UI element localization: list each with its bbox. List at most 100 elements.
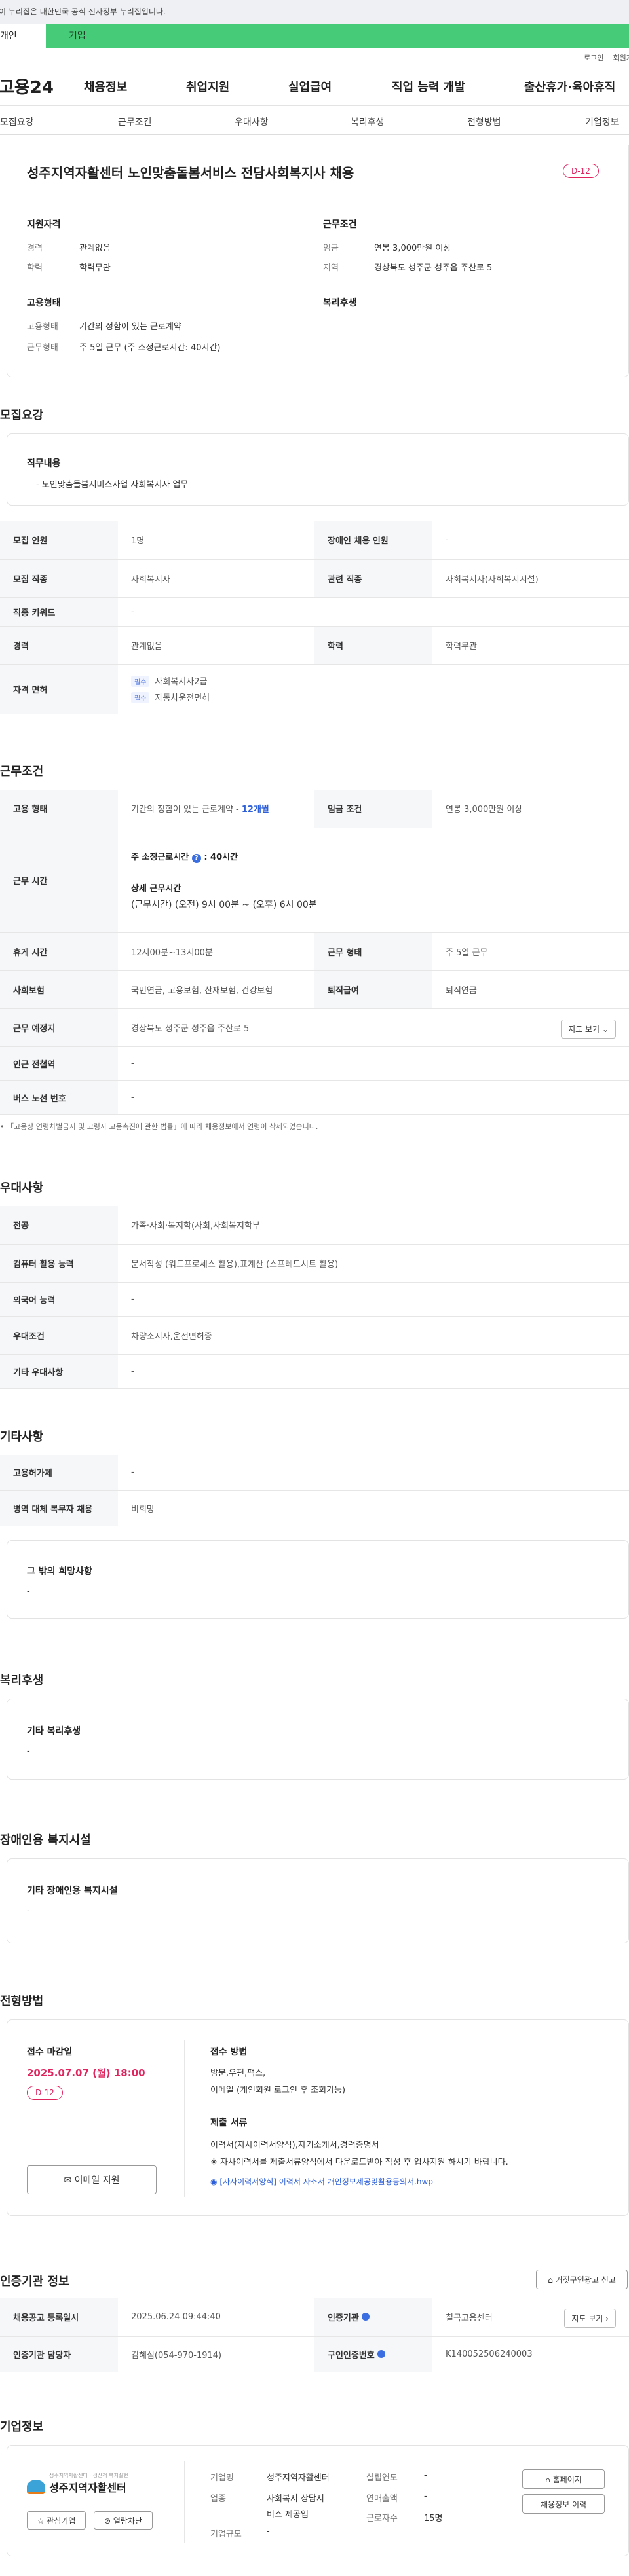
block-icon: ⊘	[104, 2516, 111, 2526]
login-link[interactable]: 로그인	[584, 52, 603, 63]
qual-edu-label: 학력	[27, 263, 43, 273]
method-heading: 접수 방법	[210, 2047, 248, 2057]
favorite-company-button[interactable]: ☆ 관심기업	[27, 2511, 86, 2530]
report-button[interactable]: ⌂ 거짓구인광고 신고	[536, 2270, 628, 2289]
insurance-value: 국민연금, 고용보험, 산재보험, 건강보험	[118, 970, 314, 1009]
map-button-label: 지도 보기	[568, 1024, 600, 1034]
snb-welfare[interactable]: 복리후생	[351, 115, 385, 128]
agency-map-button[interactable]: 지도 보기 ›	[564, 2309, 616, 2328]
tab-company[interactable]: 기업	[46, 24, 124, 48]
edu-value: 학력무관	[432, 626, 629, 665]
table-row: 직종 키워드 -	[0, 597, 629, 627]
related-label: 관련 직종	[314, 559, 432, 598]
retire-label: 퇴직급여	[314, 970, 432, 1009]
snb-conditions[interactable]: 근무조건	[118, 115, 152, 128]
table-row: 전공 가족·사회·복지학(사회,사회복지학부	[0, 1206, 629, 1245]
tab-personal[interactable]: 개인	[0, 24, 46, 48]
size-label: 기업규모	[210, 2530, 242, 2539]
work-table: 고용 형태 기간의 정함이 있는 근로계약 - 12개월 임금 조건 연봉 3,…	[0, 790, 629, 1115]
info-icon[interactable]: ?	[191, 853, 201, 863]
emp-cell: 기간의 정함이 있는 근로계약 - 12개월	[118, 790, 314, 828]
qual-heading: 지원자격	[27, 219, 61, 230]
wage-label: 임금 조건	[314, 790, 432, 828]
snb-recruit[interactable]: 모집요강	[0, 115, 34, 128]
mail-icon: ✉	[64, 2175, 72, 2186]
star-icon: ☆	[37, 2516, 45, 2526]
required-tag: 필수	[131, 676, 150, 687]
military-label: 병역 대체 복무자 채용	[0, 1490, 118, 1526]
job-value: 사회복지사	[118, 559, 314, 598]
sales-label: 연매출액	[366, 2494, 398, 2504]
work-title: 근무조건	[0, 765, 44, 779]
summary-card: 성주지역자활센터 노인맞춤돌봄서비스 전담사회복지사 채용 D-12 지원자격 …	[7, 145, 629, 377]
agency-cell: 칠곡고용센터 지도 보기 ›	[432, 2298, 629, 2337]
docs-2: ※ 자사이력서를 제출서류양식에서 다운로드받아 작성 후 입사지원 하시기 바…	[210, 2158, 508, 2167]
emp-form-label: 근무형태	[27, 343, 58, 353]
qual-career-value: 관계없음	[79, 244, 111, 253]
snb-preference[interactable]: 우대사항	[235, 115, 269, 128]
welfare-value: -	[27, 1746, 30, 1756]
weekly-label: 주 소정근로시간	[131, 852, 189, 862]
gnb-jobs[interactable]: 채용정보	[84, 78, 127, 95]
signup-link[interactable]: 회원가입	[613, 52, 629, 63]
employees-value: 15명	[424, 2514, 443, 2524]
recruit-table: 모집 인원 1명 장애인 채용 인원 - 모집 직종 사회복지사 관련 직종 사…	[0, 521, 629, 714]
attachment-name: [자사이력서양식] 이력서 자소서 개인정보제공및활용동의서.hwp	[219, 2177, 433, 2186]
util-bar: 로그인 회원가입	[0, 48, 629, 67]
table-row: 휴게 시간 12시00분~13시00분 근무 형태 주 5일 근무	[0, 932, 629, 971]
table-row: 모집 인원 1명 장애인 채용 인원 -	[0, 521, 629, 560]
gnb-unemployment[interactable]: 실업급여	[288, 78, 332, 95]
snb-company[interactable]: 기업정보	[585, 115, 619, 128]
emp-form-value: 주 5일 근무 (주 소정근로시간: 40시간)	[79, 343, 221, 353]
table-row: 컴퓨터 활용 능력 문서작성 (워드프로세스 활용),표계산 (스프레드시트 활용…	[0, 1244, 629, 1283]
license-cell: 필수 사회복지사2급 필수 자동차운전면허	[118, 664, 629, 714]
method-2: 이메일 (개인회원 로그인 후 조회가능)	[210, 2086, 346, 2095]
table-row: 병역 대체 복무자 채용 비희망	[0, 1490, 629, 1526]
gnb-training[interactable]: 직업 능력 개발	[392, 78, 465, 95]
company-logo: 성주지역자활센터 · 생산적 복지실현 성주지역자활센터	[27, 2472, 128, 2495]
manager-label: 인증기관 담당자	[0, 2336, 118, 2372]
table-row: 고용허가제 -	[0, 1455, 629, 1491]
pref-table: 전공 가족·사회·복지학(사회,사회복지학부 컴퓨터 활용 능력 문서작성 (워드프…	[0, 1206, 629, 1389]
company-name-label: 기업명	[210, 2473, 234, 2483]
page: { "gov_notice": "이 누리집은 대한민국 공식 전자정부 누리집…	[0, 0, 629, 2576]
license-label: 자격 면허	[0, 664, 118, 714]
email-apply-button[interactable]: ✉ 이메일 지원	[27, 2165, 157, 2194]
attachment-link[interactable]: ◉ [자사이력서양식] 이력서 자소서 개인정보제공및활용동의서.hwp	[210, 2176, 433, 2187]
form-label: 근무 형태	[314, 932, 432, 971]
employees-label: 근로자수	[366, 2514, 398, 2524]
snb-screening[interactable]: 전형방법	[467, 115, 501, 128]
wish-value: -	[27, 1587, 30, 1596]
report-label: 거짓구인광고 신고	[555, 2275, 616, 2285]
job-title: 성주지역자활센터 노인맞춤돌봄서비스 전담사회복지사 채용	[27, 165, 354, 181]
table-row: 사회보험 국민연금, 고용보험, 산재보험, 건강보험 퇴직급여 퇴직연금	[0, 970, 629, 1009]
map-button[interactable]: 지도 보기 ⌄	[561, 1019, 616, 1039]
info-icon[interactable]	[377, 2349, 386, 2358]
table-row: 고용 형태 기간의 정함이 있는 근로계약 - 12개월 임금 조건 연봉 3,…	[0, 790, 629, 828]
email-apply-label: 이메일 지원	[74, 2175, 120, 2186]
certno-label: 구인인증번호	[328, 2350, 375, 2361]
homepage-button[interactable]: ⌂ 홈페이지	[522, 2469, 605, 2489]
facility-heading: 기타 장애인용 복지시설	[27, 1886, 118, 1896]
home-icon: ⌂	[545, 2475, 550, 2484]
welfare-title: 복리후생	[0, 1674, 44, 1687]
hire-label: 고용허가제	[0, 1455, 118, 1491]
global-nav: 고용24 채용정보 취업지원 실업급여 직업 능력 개발 출산휴가·육아휴직	[0, 67, 629, 106]
keyword-label: 직종 키워드	[0, 597, 118, 627]
table-row: 근무 예정지 경상북도 성주군 성주읍 주산로 5 지도 보기 ⌄	[0, 1008, 629, 1047]
gov-notice: 이 누리집은 대한민국 공식 전자정부 누리집입니다.	[0, 0, 629, 24]
gnb-support[interactable]: 취업지원	[186, 78, 229, 95]
qual-career-label: 경력	[27, 244, 43, 253]
facility-title: 장애인용 복지시설	[0, 1833, 91, 1847]
subway-label: 인근 전철역	[0, 1046, 118, 1081]
block-view-button[interactable]: ⊘ 열람차단	[94, 2511, 153, 2530]
gnb-maternity[interactable]: 출산휴가·육아휴직	[524, 78, 615, 95]
info-icon[interactable]	[362, 2313, 370, 2321]
company-divider	[184, 2461, 185, 2543]
screen-box: 접수 마감일 2025.07.07 (월) 18:00 D-12 ✉ 이메일 지…	[7, 2019, 629, 2216]
job-history-button[interactable]: 채용정보 이력	[522, 2494, 605, 2514]
site-logo[interactable]: 고용24	[0, 74, 81, 98]
table-row: 기타 우대사항 -	[0, 1354, 629, 1389]
time-label: 근무 시간	[0, 828, 118, 933]
pref-title: 우대사항	[0, 1181, 44, 1195]
